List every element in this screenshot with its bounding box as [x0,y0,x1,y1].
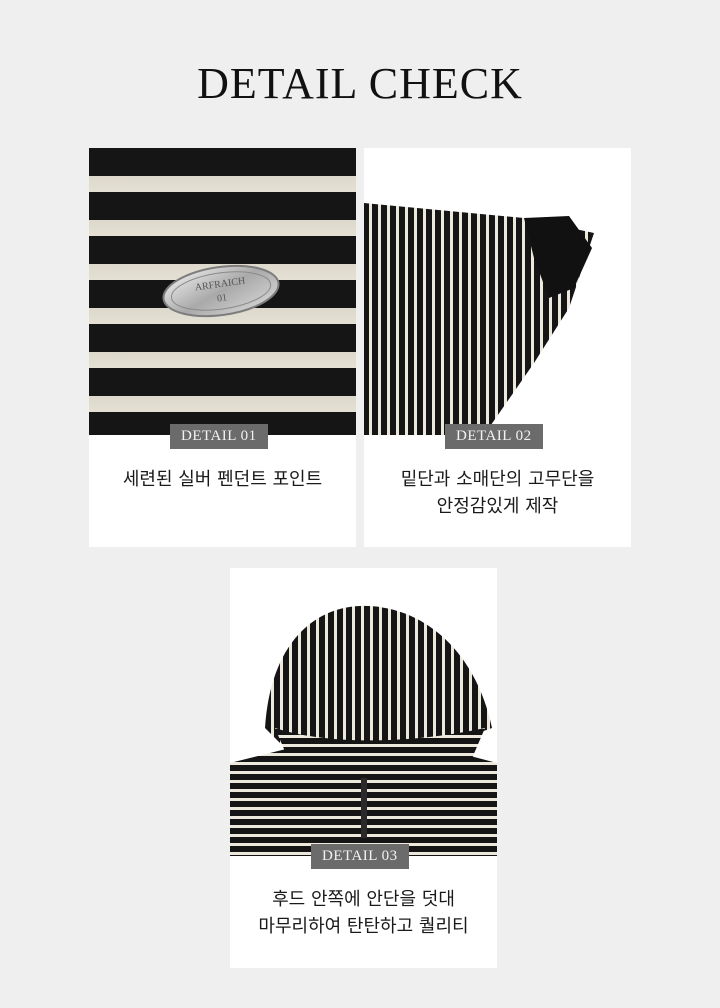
detail-caption-2: 밑단과 소매단의 고무단을 안정감있게 제작 [364,466,631,520]
detail-card-3: DETAIL 03 후드 안쪽에 안단을 덧대 마무리하여 탄탄하고 퀄리티 [230,568,497,968]
pendant-engraving-2: 01 [216,292,227,304]
detail-caption-3: 후드 안쪽에 안단을 덧대 마무리하여 탄탄하고 퀄리티 [230,886,497,940]
striped-hood-photo [230,568,497,856]
caption-line: 마무리하여 탄탄하고 퀄리티 [258,916,469,937]
detail-card-2: DETAIL 02 밑단과 소매단의 고무단을 안정감있게 제작 [364,148,631,547]
ribbed-cuff-photo [364,148,631,435]
page-title: DETAIL CHECK [197,59,523,108]
caption-line: 세련된 실버 펜던트 포인트 [122,469,323,490]
detail-tag-3: DETAIL 03 [311,844,409,869]
caption-line: 안정감있게 제작 [436,496,559,517]
detail-caption-1: 세련된 실버 펜던트 포인트 [89,466,356,493]
knit-pendant-photo: ARFRAICH 01 [89,148,356,435]
hood-shape [265,605,492,743]
caption-line: 밑단과 소매단의 고무단을 [400,469,595,490]
caption-line: 후드 안쪽에 안단을 덧대 [272,889,455,910]
zipper-shape [361,778,367,838]
silver-pendant-icon: ARFRAICH 01 [162,264,280,318]
detail-tag-2: DETAIL 02 [445,424,543,449]
detail-card-1: ARFRAICH 01 DETAIL 01 세련된 실버 펜던트 포인트 [89,148,356,547]
detail-tag-1: DETAIL 01 [170,424,268,449]
